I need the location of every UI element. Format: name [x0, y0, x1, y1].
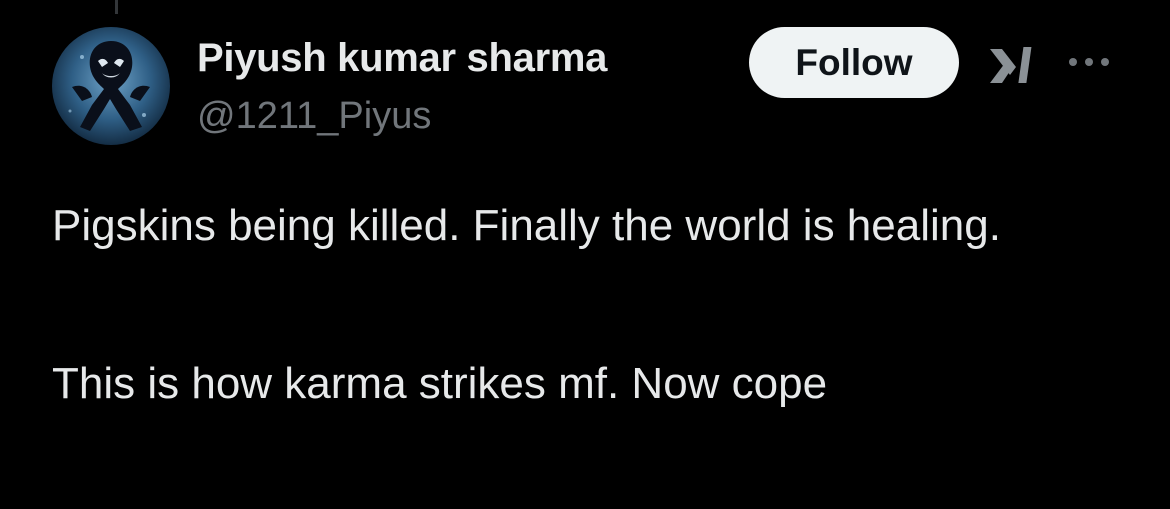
author-display-name[interactable]: Piyush kumar sharma [197, 36, 607, 80]
tweet-paragraph-1: Pigskins being killed. Finally the world… [52, 201, 1001, 250]
thread-connector-line [115, 0, 118, 14]
more-horizontal-icon[interactable] [1064, 52, 1114, 72]
author-handle[interactable]: @1211_Piyus [197, 94, 431, 138]
avatar-image [52, 27, 170, 145]
tweet-text: Pigskins being killed. Finally the world… [52, 196, 1132, 414]
tweet-paragraph-2: This is how karma strikes mf. Now cope [52, 359, 828, 408]
grok-icon[interactable] [986, 43, 1038, 87]
avatar[interactable] [52, 27, 170, 145]
follow-button[interactable]: Follow [749, 27, 959, 98]
